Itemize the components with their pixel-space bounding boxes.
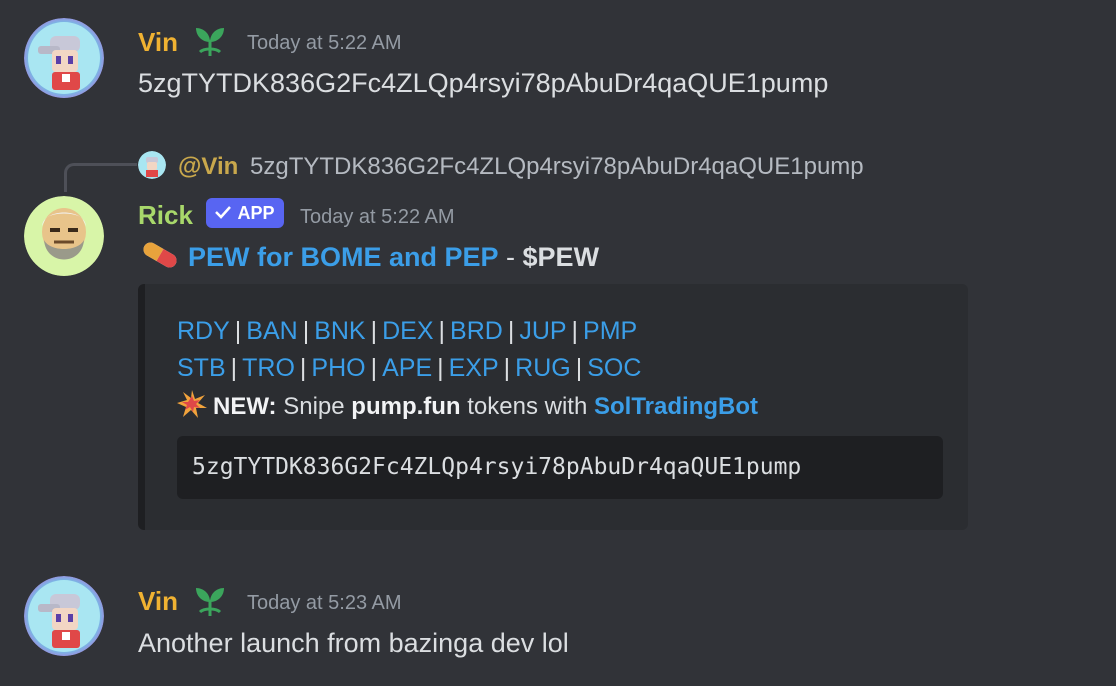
separator: |: [230, 354, 238, 382]
title-link[interactable]: PEW for BOME and PEP: [188, 242, 499, 272]
checkmark-icon: [215, 203, 232, 224]
link-soc[interactable]: SOC: [587, 354, 641, 382]
reply-mention[interactable]: @Vin: [178, 153, 238, 181]
username[interactable]: Vin: [138, 586, 178, 617]
new-announcement: NEW: Snipe pump.fun tokens with SolTradi…: [177, 390, 758, 425]
separator: |: [234, 317, 242, 345]
link-pmp[interactable]: PMP: [583, 317, 637, 345]
message-vin-2: Vin Today at 5:23 AM Another launch from…: [0, 560, 1116, 686]
new-label: NEW:: [213, 393, 277, 420]
link-rdy[interactable]: RDY: [177, 317, 230, 345]
new-text: Snipe: [276, 393, 352, 420]
reply-connector: [64, 163, 137, 192]
reply-preview[interactable]: 5zgTYTDK836G2Fc4ZLQp4rsyi78pAbuDr4qaQUE1…: [250, 153, 864, 181]
sprout-icon[interactable]: [192, 584, 228, 623]
title-ticker: $PEW: [522, 242, 600, 272]
embed-card: RDY | BAN | BNK | DEX | BRD | JUP | PMP STB | TRO | PHO |…: [138, 284, 968, 530]
pill-icon: [138, 240, 182, 277]
reply-avatar[interactable]: [138, 151, 166, 179]
username[interactable]: Rick: [138, 200, 193, 231]
separator: |: [370, 354, 378, 382]
separator: |: [299, 354, 307, 382]
avatar[interactable]: [24, 576, 104, 656]
timestamp: Today at 5:23 AM: [247, 592, 402, 614]
separator: |: [571, 317, 579, 345]
message-rick: @Vin 5zgTYTDK836G2Fc4ZLQp4rsyi78pAbuDr4q…: [0, 0, 1116, 540]
link-dex[interactable]: DEX: [382, 317, 433, 345]
separator: |: [302, 317, 310, 345]
link-brd[interactable]: BRD: [450, 317, 503, 345]
message-content: Another launch from bazinga dev lol: [138, 628, 569, 658]
code-block[interactable]: 5zgTYTDK836G2Fc4ZLQp4rsyi78pAbuDr4qaQUE1…: [177, 436, 943, 499]
avatar[interactable]: [24, 196, 104, 276]
link-exp[interactable]: EXP: [449, 354, 499, 382]
soltradingbot-link[interactable]: SolTradingBot: [594, 393, 758, 420]
new-text: tokens with: [460, 393, 594, 420]
link-row-1: RDY | BAN | BNK | DEX | BRD | JUP | PMP: [177, 317, 637, 346]
separator: |: [438, 317, 446, 345]
separator: |: [507, 317, 515, 345]
separator: |: [503, 354, 511, 382]
app-badge: APP: [206, 198, 284, 228]
link-rug[interactable]: RUG: [515, 354, 571, 382]
link-bnk[interactable]: BNK: [314, 317, 365, 345]
link-pho[interactable]: PHO: [311, 354, 365, 382]
link-jup[interactable]: JUP: [519, 317, 566, 345]
collision-icon: [177, 390, 207, 425]
app-badge-label: APP: [237, 202, 275, 223]
separator: |: [575, 354, 583, 382]
link-row-2: STB | TRO | PHO | APE | EXP | RUG | SOC: [177, 354, 641, 383]
link-ban[interactable]: BAN: [246, 317, 297, 345]
title-separator: -: [498, 242, 523, 272]
message-title: PEW for BOME and PEP - $PEW: [138, 240, 599, 277]
link-tro[interactable]: TRO: [242, 354, 295, 382]
link-stb[interactable]: STB: [177, 354, 226, 382]
link-ape[interactable]: APE: [382, 354, 432, 382]
separator: |: [437, 354, 444, 382]
pump-fun-text: pump.fun: [351, 393, 461, 420]
separator: |: [370, 317, 378, 345]
timestamp: Today at 5:22 AM: [300, 206, 455, 228]
